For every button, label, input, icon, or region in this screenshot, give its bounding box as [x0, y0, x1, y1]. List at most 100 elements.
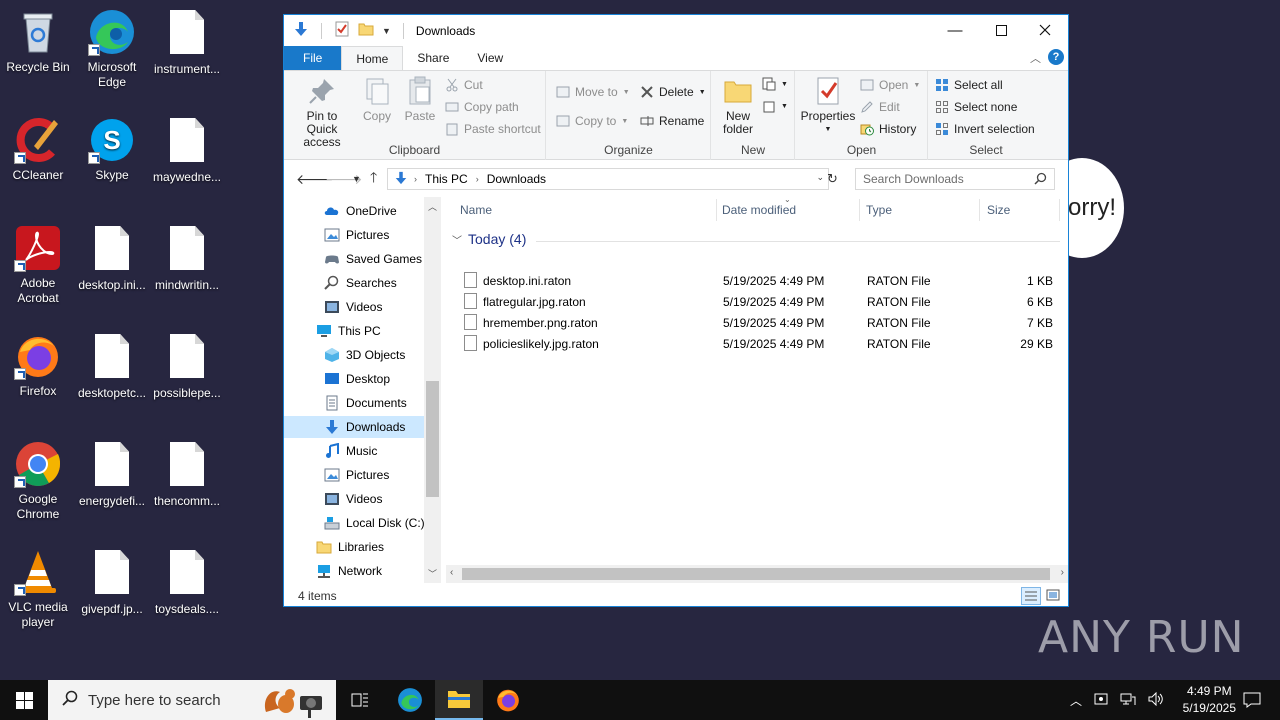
nav-item-downloads[interactable]: Downloads: [284, 416, 424, 438]
desktop-icon-file[interactable]: desktopetc...: [74, 332, 150, 401]
nav-item-pictures[interactable]: Pictures: [324, 464, 424, 486]
close-button[interactable]: [1022, 15, 1068, 45]
maximize-button[interactable]: [978, 15, 1024, 45]
title-bar[interactable]: ▼ Downloads —: [284, 15, 1068, 46]
help-icon[interactable]: ?: [1048, 49, 1064, 65]
properties-check-icon[interactable]: [334, 21, 350, 40]
desktop-icon-file[interactable]: toysdeals....: [149, 548, 225, 617]
notifications-button[interactable]: [1228, 680, 1276, 720]
nav-item-libraries[interactable]: Libraries: [316, 536, 424, 558]
nav-item-desktop[interactable]: Desktop: [324, 368, 424, 390]
desktop-icon-google-chrome[interactable]: Google Chrome: [0, 440, 76, 522]
desktop-icon-skype[interactable]: S Skype: [74, 116, 150, 183]
desktop-icon-firefox[interactable]: Firefox: [0, 332, 76, 399]
desktop-icon-file[interactable]: givepdf.jp...: [74, 548, 150, 617]
column-divider[interactable]: [979, 199, 980, 221]
desktop-icon-file[interactable]: maywedne...: [149, 116, 225, 185]
tab-file[interactable]: File: [284, 46, 342, 70]
defender-icon[interactable]: [1094, 692, 1108, 709]
nav-item-documents[interactable]: Documents: [324, 392, 424, 414]
customize-chevron-down-icon[interactable]: ▼: [382, 26, 391, 36]
large-icons-view-icon[interactable]: [1044, 587, 1064, 605]
group-header-today[interactable]: ﹀ Today (4): [452, 231, 526, 247]
search-box[interactable]: Search Downloads: [855, 168, 1055, 190]
column-header-type[interactable]: Type: [866, 203, 892, 217]
column-header-size[interactable]: Size: [987, 203, 1010, 217]
column-header-date-modified[interactable]: Date modified: [722, 203, 796, 217]
up-arrow-icon[interactable]: 🡑: [370, 167, 377, 191]
task-view-button[interactable]: [336, 680, 384, 720]
scroll-down-icon[interactable]: ﹀: [428, 567, 437, 580]
paste-button[interactable]: Paste: [400, 75, 440, 123]
nav-item-saved-games[interactable]: Saved Games: [324, 248, 424, 270]
nav-item-videos[interactable]: Videos: [324, 296, 424, 318]
select-none-button[interactable]: Select none: [935, 100, 1017, 114]
nav-item-3d-objects[interactable]: 3D Objects: [324, 344, 424, 366]
desktop-icon-file[interactable]: instrument...: [149, 8, 225, 77]
down-arrow-icon[interactable]: [293, 21, 309, 40]
desktop-icon-file[interactable]: energydefi...: [74, 440, 150, 509]
desktop-icon-file[interactable]: desktop.ini...: [74, 224, 150, 293]
address-dropdown-chevron-down-icon[interactable]: ⌄: [816, 172, 824, 183]
tab-share[interactable]: Share: [403, 46, 463, 70]
address-bar[interactable]: › This PC › Downloads ⌄: [387, 168, 829, 190]
taskbar-search-input[interactable]: Type here to search: [88, 692, 221, 709]
nav-item-this-pc[interactable]: This PC: [316, 320, 424, 342]
recent-locations-chevron-down-icon[interactable]: ▼: [352, 174, 361, 184]
nav-item-onedrive[interactable]: OneDrive: [324, 200, 424, 222]
scroll-up-icon[interactable]: ︿: [428, 200, 437, 213]
desktop-icon-file[interactable]: possiblepe...: [149, 332, 225, 401]
breadcrumb-this-pc[interactable]: This PC: [425, 172, 468, 186]
volume-icon[interactable]: [1148, 691, 1164, 709]
tab-view[interactable]: View: [463, 46, 517, 70]
tab-home[interactable]: Home: [341, 46, 404, 70]
edit-button[interactable]: Edit: [860, 100, 900, 114]
file-row[interactable]: policieslikely.jpg.raton 5/19/2025 4:49 …: [446, 333, 1068, 354]
paste-shortcut-button[interactable]: Paste shortcut: [445, 122, 541, 136]
desktop-icon-file[interactable]: mindwritin...: [149, 224, 225, 293]
navigation-pane-scrollbar[interactable]: ︿ ﹀: [424, 197, 441, 583]
nav-item-network[interactable]: Network: [316, 560, 424, 582]
easy-access-button[interactable]: ▼: [762, 99, 788, 113]
details-view-icon[interactable]: [1021, 587, 1041, 605]
copy-path-button[interactable]: Copy path: [445, 100, 519, 114]
new-folder-icon[interactable]: [358, 21, 374, 40]
nav-item-videos[interactable]: Videos: [324, 488, 424, 510]
desktop-icon-adobe-acrobat[interactable]: Adobe Acrobat: [0, 224, 76, 306]
column-header-name[interactable]: Name: [460, 203, 492, 217]
select-all-button[interactable]: Select all: [935, 78, 1003, 92]
nav-item-local-disk[interactable]: Local Disk (C:): [324, 512, 425, 534]
show-hidden-icons-chevron-up-icon[interactable]: ︿: [1070, 692, 1082, 709]
network-icon[interactable]: [1120, 692, 1136, 709]
desktop-icon-microsoft-edge[interactable]: Microsoft Edge: [74, 8, 150, 90]
taskbar-edge-button[interactable]: [386, 680, 434, 720]
taskbar-firefox-button[interactable]: [484, 680, 532, 720]
properties-button[interactable]: Properties ▼: [800, 75, 856, 136]
scrollbar-thumb[interactable]: [462, 568, 1050, 580]
desktop-icon-ccleaner[interactable]: CCleaner: [0, 116, 76, 183]
search-input[interactable]: Search Downloads: [863, 172, 964, 186]
desktop-icon-vlc[interactable]: VLC media player: [0, 548, 76, 630]
taskbar-search-box[interactable]: Type here to search: [48, 680, 336, 720]
desktop-icon-file[interactable]: thencomm...: [149, 440, 225, 509]
collapse-ribbon-chevron-up-icon[interactable]: ︿: [1030, 50, 1041, 66]
invert-selection-button[interactable]: Invert selection: [935, 122, 1035, 136]
scrollbar-thumb[interactable]: [426, 381, 439, 497]
file-list-horizontal-scrollbar[interactable]: ‹ ›: [446, 565, 1068, 583]
open-button[interactable]: Open ▼: [860, 78, 920, 92]
scroll-left-icon[interactable]: ‹: [450, 567, 453, 578]
column-divider[interactable]: [716, 199, 717, 221]
taskbar-file-explorer-button[interactable]: [435, 680, 483, 720]
nav-item-searches[interactable]: Searches: [324, 272, 424, 294]
move-to-button[interactable]: Move to ▼: [556, 85, 630, 99]
file-row[interactable]: hremember.png.raton 5/19/2025 4:49 PM RA…: [446, 312, 1068, 333]
start-button[interactable]: [0, 680, 48, 720]
column-divider[interactable]: [859, 199, 860, 221]
desktop-icon-recycle-bin[interactable]: Recycle Bin: [0, 8, 76, 75]
new-folder-button[interactable]: New folder: [718, 75, 758, 136]
breadcrumb-downloads[interactable]: Downloads: [487, 172, 546, 186]
refresh-icon[interactable]: ↻: [827, 171, 838, 187]
nav-item-music[interactable]: Music: [324, 440, 424, 462]
scroll-right-icon[interactable]: ›: [1061, 567, 1064, 578]
history-button[interactable]: History: [860, 122, 916, 136]
